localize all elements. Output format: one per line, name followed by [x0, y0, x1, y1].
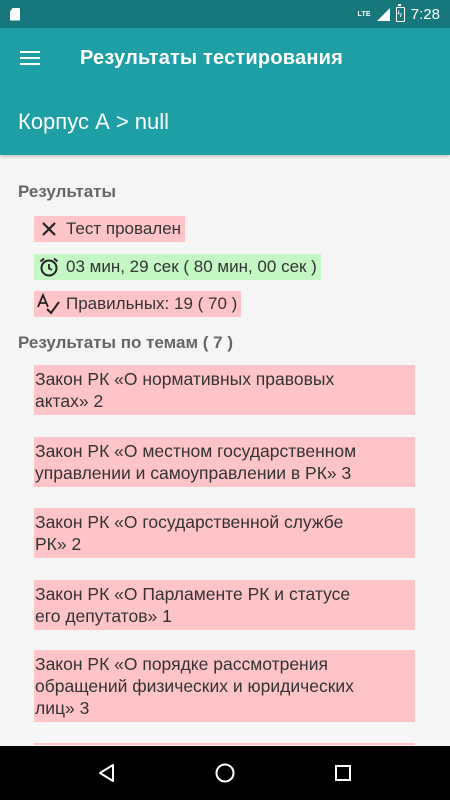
result-correct-text: Правильных: 19 ( 70 ) — [66, 294, 238, 313]
topic-item[interactable]: Закон РК «О местном государственном упра… — [34, 437, 415, 487]
close-icon — [36, 216, 62, 242]
result-status-text: Тест провален — [66, 219, 182, 238]
results-section-title: Результаты — [18, 182, 117, 201]
topic-text-line: РК» 2 — [35, 534, 82, 554]
menu-button[interactable] — [0, 28, 60, 88]
topic-text-line: управлении и самоуправлении в РК» 3 — [35, 463, 352, 483]
result-time-row: 03 мин, 29 сек ( 80 мин, 00 сек ) — [34, 254, 321, 280]
topic-text-line: Закон РК «О Парламенте РК и статусе — [35, 584, 351, 604]
topic-text-line: Закон РК «О государственной службе — [35, 512, 344, 532]
battery-icon: ϟ — [395, 4, 405, 22]
hamburger-menu-icon — [20, 51, 40, 65]
topic-item-partial[interactable] — [34, 743, 415, 745]
result-time-text: 03 мин, 29 сек ( 80 мин, 00 сек ) — [66, 257, 317, 276]
topic-text-line: обращений физических и юридических — [35, 676, 354, 696]
page-title: Результаты тестирования — [80, 46, 343, 69]
status-time: 7:28 — [410, 5, 440, 23]
topic-text-line: Закон РК «О нормативных правовых — [35, 369, 335, 389]
navigation-bar — [0, 746, 450, 800]
signal-icon — [376, 7, 390, 21]
back-button[interactable] — [77, 746, 137, 800]
result-status-row: Тест провален — [34, 216, 186, 242]
topic-text-line: его депутатов» 1 — [35, 606, 172, 626]
alarm-clock-icon — [36, 254, 62, 280]
network-type: LTE — [357, 10, 371, 18]
recents-button[interactable] — [313, 746, 373, 800]
topic-text-line: Закон РК «О местном государственном — [35, 441, 357, 461]
breadcrumb: Корпус А > null — [0, 88, 450, 155]
result-correct-row: Правильных: 19 ( 70 ) — [34, 291, 242, 317]
app-bar: Результаты тестирования — [0, 28, 450, 88]
results-content[interactable]: Результаты Тест провален 03 мин, 29 сек … — [0, 155, 450, 745]
home-button[interactable] — [195, 746, 255, 800]
sd-card-icon — [10, 7, 20, 21]
topic-text-line: Закон РК «О порядке рассмотрения — [35, 654, 328, 674]
topic-text-line: лиц» 3 — [35, 698, 90, 718]
topic-item[interactable]: Закон РК «О Парламенте РК и статусе его … — [34, 580, 415, 630]
topics-section-title: Результаты по темам ( 7 ) — [18, 333, 233, 352]
recents-square-icon — [335, 765, 351, 781]
topic-text-line: актах» 2 — [35, 391, 104, 411]
status-bar: LTE ϟ 7:28 — [0, 0, 450, 28]
topic-item[interactable]: Закон РК «О порядке рассмотрения обращен… — [34, 650, 415, 722]
topic-item[interactable]: Закон РК «О нормативных правовых актах» … — [34, 365, 415, 415]
home-circle-icon — [215, 763, 235, 783]
back-triangle-icon — [99, 764, 114, 782]
spellcheck-icon — [36, 291, 62, 317]
topic-item[interactable]: Закон РК «О государственной службе РК» 2 — [34, 508, 415, 558]
